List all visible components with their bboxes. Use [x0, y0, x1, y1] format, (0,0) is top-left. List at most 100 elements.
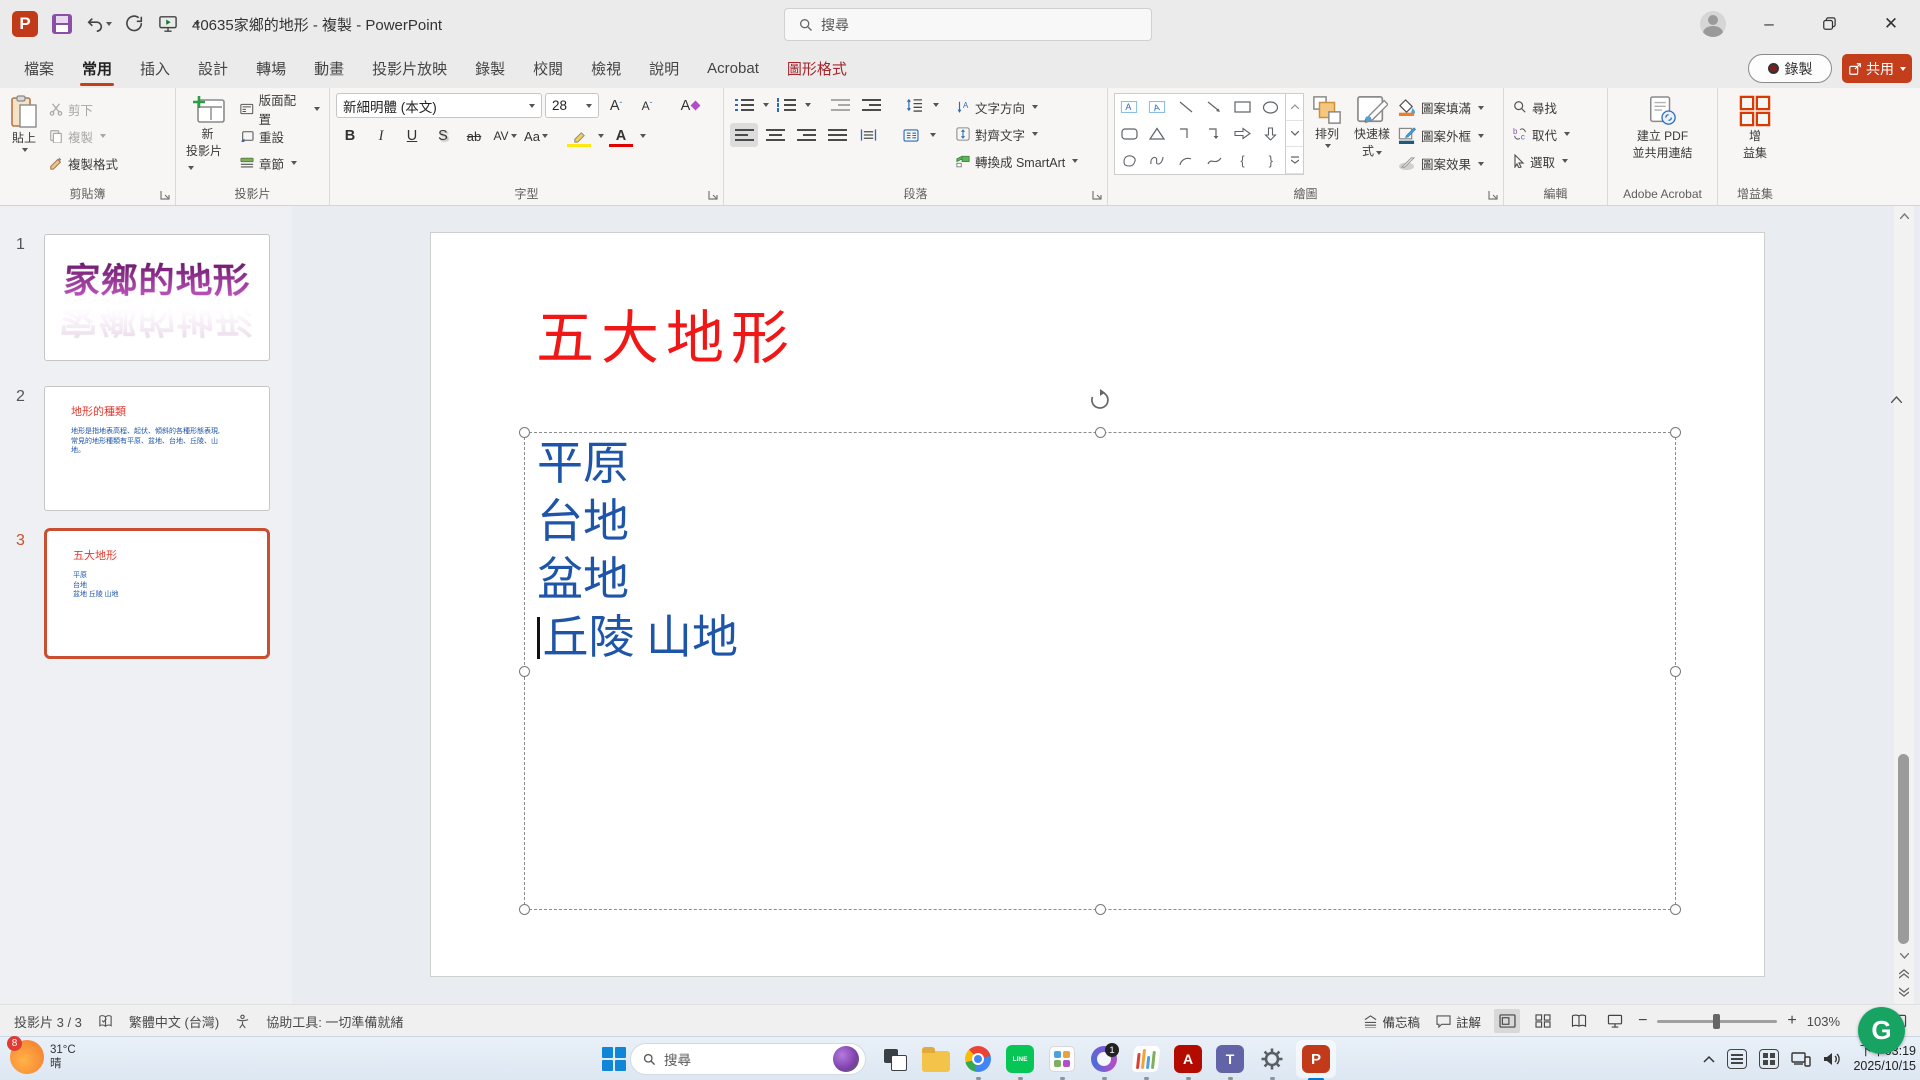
- new-slide-dropdown-icon[interactable]: [188, 166, 194, 170]
- thumbnail-slide-1[interactable]: 家鄉的地形 家鄉的地形: [44, 234, 270, 361]
- shape-cell-oval[interactable]: [1257, 94, 1285, 121]
- tab-home[interactable]: 常用: [68, 48, 126, 88]
- spell-check-icon[interactable]: [98, 1014, 113, 1029]
- new-slide-button[interactable]: 新 投影片: [182, 93, 233, 185]
- handle-top-right[interactable]: [1670, 427, 1681, 438]
- tab-design[interactable]: 設計: [184, 48, 242, 88]
- columns-button[interactable]: [897, 123, 925, 147]
- teams-app-button[interactable]: T: [1212, 1042, 1248, 1076]
- paste-button[interactable]: 貼上: [6, 93, 42, 185]
- scroll-down-button[interactable]: [1894, 948, 1914, 964]
- scroll-up-button[interactable]: [1894, 208, 1914, 224]
- copy-dropdown-icon[interactable]: [100, 134, 107, 138]
- paste-dropdown-icon[interactable]: [22, 148, 28, 152]
- bold-button[interactable]: B: [336, 124, 364, 148]
- font-size-combobox[interactable]: 28: [545, 93, 599, 118]
- reading-view-button[interactable]: [1566, 1009, 1592, 1033]
- save-button[interactable]: [52, 14, 72, 34]
- thumbnail-slide-2[interactable]: 地形的種類 地形是指地表高程、起伏、傾斜的各種形態表現,常見的地形種類有平原、盆…: [44, 386, 270, 511]
- shape-fill-dropdown-icon[interactable]: [1478, 105, 1485, 110]
- powerpoint-taskbar-button[interactable]: P: [1298, 1042, 1334, 1076]
- convert-smartart-button[interactable]: 轉換成 SmartArt: [953, 149, 1081, 173]
- align-center-button[interactable]: [761, 123, 789, 147]
- section-dropdown-icon[interactable]: [291, 161, 298, 165]
- weather-widget[interactable]: 8 31°C 晴: [7, 1036, 76, 1074]
- shape-cell-rounded-rectangle[interactable]: [1115, 121, 1143, 148]
- handle-middle-left[interactable]: [519, 666, 530, 677]
- shape-cell-curve[interactable]: [1200, 147, 1228, 174]
- handle-top-left[interactable]: [519, 427, 530, 438]
- replace-dropdown-icon[interactable]: [1564, 132, 1571, 136]
- tab-slideshow[interactable]: 投影片放映: [358, 48, 461, 88]
- line-app-button[interactable]: LINE: [1002, 1042, 1038, 1076]
- numbering-button[interactable]: [772, 93, 800, 117]
- tab-file[interactable]: 檔案: [10, 48, 68, 88]
- shape-cell-textbox-rotated[interactable]: A: [1143, 94, 1171, 121]
- tab-transitions[interactable]: 轉場: [242, 48, 300, 88]
- content-placeholder-selection[interactable]: 平原 台地 盆地 丘陵 山地: [519, 389, 1681, 915]
- ime-icon[interactable]: [1727, 1049, 1748, 1069]
- shapes-scroll-down[interactable]: [1286, 121, 1303, 148]
- text-shadow-button[interactable]: S: [429, 124, 457, 148]
- tab-help[interactable]: 說明: [635, 48, 693, 88]
- shape-cell-rectangle[interactable]: [1228, 94, 1256, 121]
- decrease-font-size-button[interactable]: Aˇ: [633, 94, 661, 118]
- font-dialog-launcher[interactable]: [707, 189, 719, 201]
- shape-effects-dropdown-icon[interactable]: [1478, 161, 1485, 166]
- align-text-dropdown-icon[interactable]: [1032, 132, 1039, 136]
- undo-button[interactable]: [86, 15, 112, 33]
- text-direction-button[interactable]: A 文字方向: [953, 95, 1081, 119]
- accessibility-icon[interactable]: [235, 1014, 250, 1029]
- chrome-button[interactable]: [960, 1042, 996, 1076]
- accessibility-status[interactable]: 協助工具: 一切準備就緒: [266, 1012, 403, 1031]
- rotate-handle[interactable]: [1089, 389, 1111, 411]
- notes-button[interactable]: 備忘稿: [1360, 1008, 1424, 1034]
- shape-cell-line[interactable]: [1172, 94, 1200, 121]
- paragraph-dialog-launcher[interactable]: [1091, 189, 1103, 201]
- zoom-out-button[interactable]: −: [1638, 1012, 1647, 1030]
- section-button[interactable]: 章節: [237, 151, 323, 175]
- share-button[interactable]: 共用: [1842, 54, 1912, 83]
- start-slideshow-button[interactable]: [158, 15, 178, 33]
- font-color-button[interactable]: A: [607, 124, 635, 148]
- select-button[interactable]: 選取: [1510, 149, 1573, 173]
- language-indicator[interactable]: 繁體中文 (台灣): [129, 1012, 219, 1031]
- previous-slide-button[interactable]: [1894, 966, 1914, 982]
- shape-cell-down-arrow[interactable]: [1257, 121, 1285, 148]
- slideshow-view-button[interactable]: [1602, 1009, 1628, 1033]
- font-size-dropdown-icon[interactable]: [586, 103, 592, 108]
- decrease-indent-button[interactable]: [826, 93, 854, 117]
- shape-cell-freeform[interactable]: [1115, 147, 1143, 174]
- shape-cell-arc[interactable]: [1172, 147, 1200, 174]
- clear-formatting-button[interactable]: A: [676, 94, 704, 118]
- columns-dropdown-icon[interactable]: [930, 133, 936, 137]
- tab-view[interactable]: 檢視: [577, 48, 635, 88]
- quick-styles-dropdown-icon[interactable]: [1376, 151, 1383, 155]
- bullets-button[interactable]: [730, 93, 758, 117]
- create-pdf-button[interactable]: 建立 PDF 並共用連結: [1628, 93, 1696, 185]
- handle-top-center[interactable]: [1095, 427, 1106, 438]
- thumbnail-slide-3-selected[interactable]: 五大地形 平原 台地 盆地 丘陵 山地: [44, 528, 270, 659]
- restore-button[interactable]: [1806, 0, 1852, 48]
- redo-button[interactable]: [126, 15, 144, 33]
- font-color-dropdown-icon[interactable]: [640, 134, 646, 138]
- shape-cell-arrow-line[interactable]: [1200, 94, 1228, 121]
- slide-sorter-view-button[interactable]: [1530, 1009, 1556, 1033]
- shape-cell-right-brace[interactable]: }: [1257, 147, 1285, 174]
- line-spacing-dropdown-icon[interactable]: [933, 103, 939, 107]
- zoom-in-button[interactable]: +: [1787, 1012, 1796, 1030]
- handle-middle-right[interactable]: [1670, 666, 1681, 677]
- taskbar-search-box[interactable]: 搜尋: [630, 1043, 866, 1075]
- shapes-more-button[interactable]: [1286, 147, 1303, 175]
- change-case-button[interactable]: Aa: [522, 124, 550, 148]
- shape-outline-button[interactable]: 圖案外框: [1398, 123, 1485, 148]
- shape-fill-button[interactable]: 圖案填滿: [1398, 95, 1485, 120]
- shape-cell-textbox[interactable]: A: [1115, 94, 1143, 121]
- quick-styles-button[interactable]: 快速樣 式: [1350, 93, 1394, 185]
- arrange-dropdown-icon[interactable]: [1325, 144, 1331, 148]
- italic-button[interactable]: I: [367, 124, 395, 148]
- change-case-dropdown-icon[interactable]: [541, 134, 548, 138]
- justify-button[interactable]: [823, 123, 851, 147]
- vertical-scrollbar[interactable]: [1894, 206, 1914, 1004]
- handle-bottom-center[interactable]: [1095, 904, 1106, 915]
